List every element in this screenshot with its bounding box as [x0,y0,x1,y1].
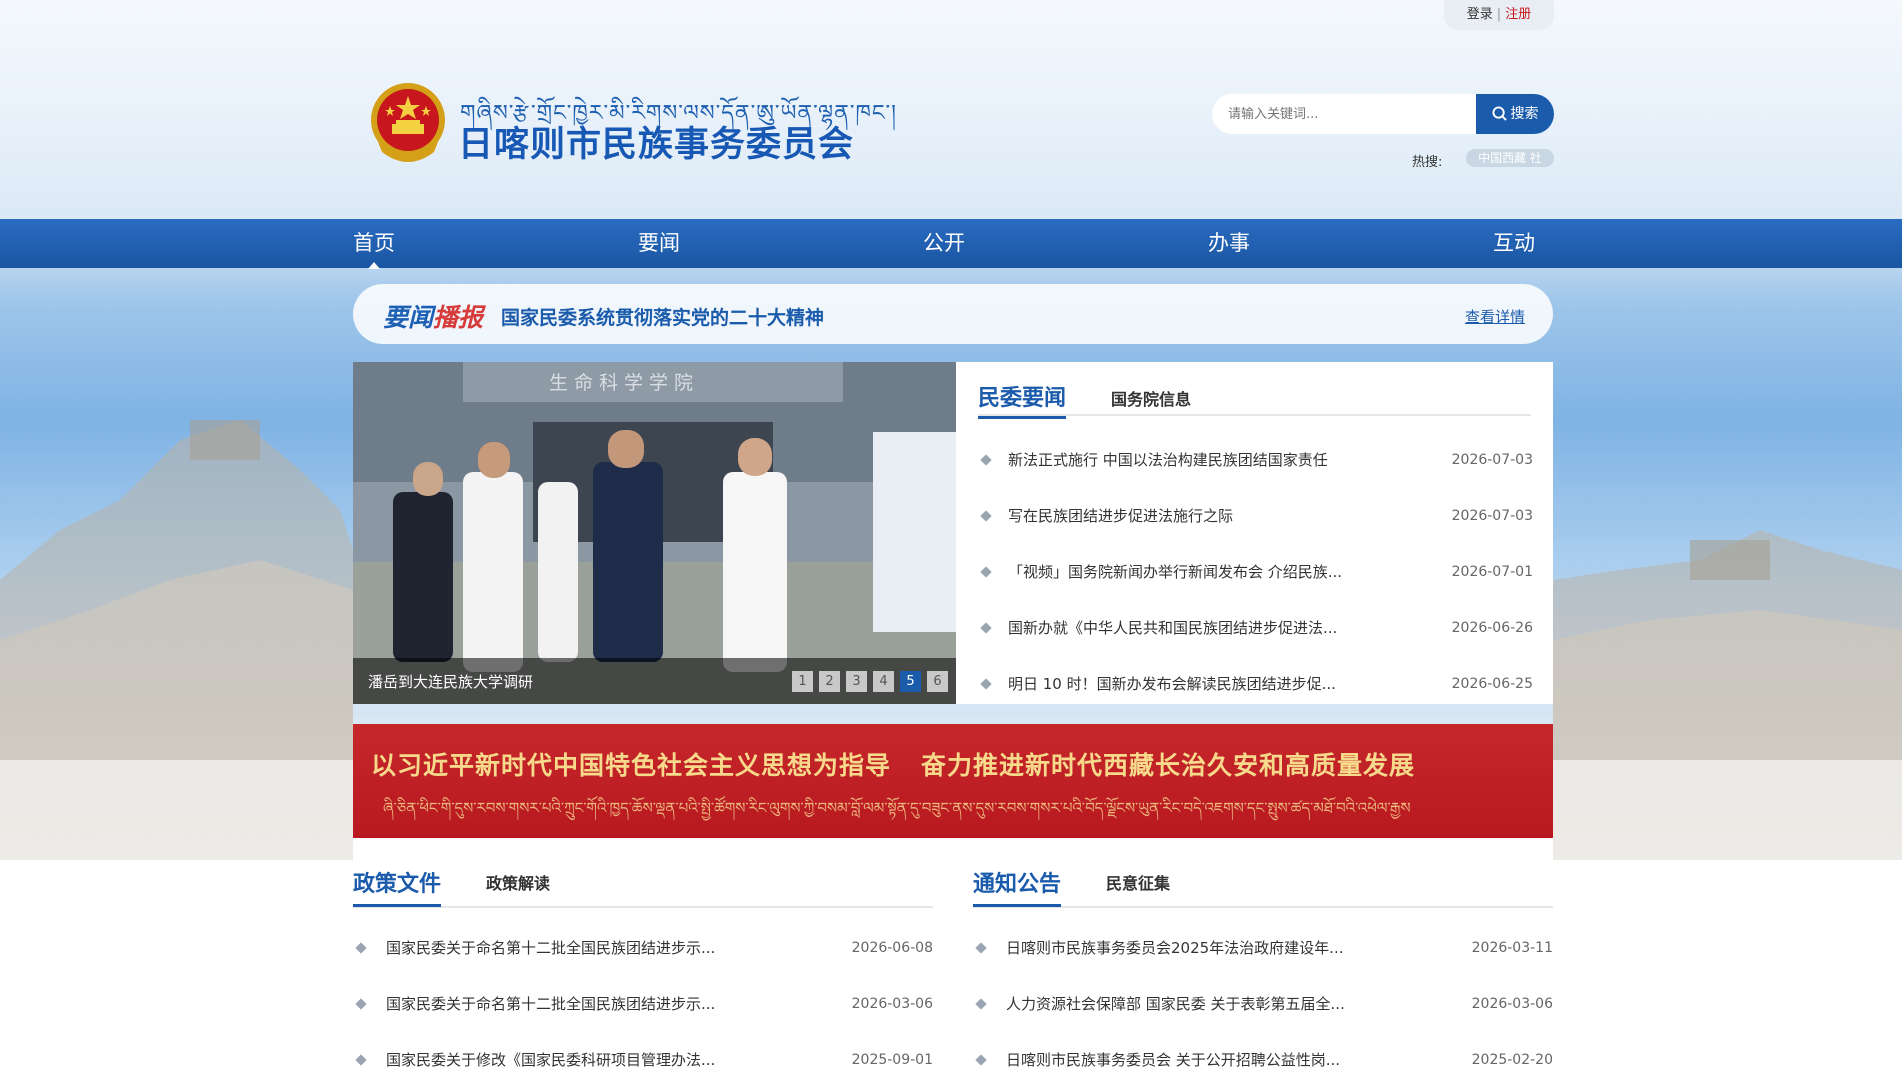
diamond-bullet-icon [980,510,992,522]
list-item-date: 2026-03-06 [1471,996,1553,1012]
tab-ethnic-affairs-news[interactable]: 民委要闻 [978,380,1067,419]
list-item-title: 人力资源社会保障部 国家民委 关于表彰第五届全... [1006,995,1345,1013]
diamond-bullet-icon [975,998,987,1010]
diamond-bullet-icon [355,1054,367,1066]
search-icon [1491,106,1507,121]
nav-item-public[interactable]: 公开 [923,219,965,268]
tab-state-council-info[interactable]: 国务院信息 [1111,386,1191,410]
diamond-bullet-icon [980,622,992,634]
slider-pagination: 1 2 3 4 5 6 [792,671,948,692]
slider-dot-2[interactable]: 2 [819,671,840,692]
news-list: 新法正式施行 中国以法治构建民族团结国家责任 2026-07-03 写在民族团结进… [978,432,1533,712]
login-register-pill: 登录 | 注册 [1444,0,1554,30]
news-item-title: 「视频」国务院新闻办举行新闻发布会 介绍民族... [1008,563,1343,581]
site-title: 日喀则市民族事务委员会 [458,125,855,165]
ticker-more-link[interactable]: 查看详情 [1465,306,1525,327]
slogan-banner[interactable]: 以习近平新时代中国特色社会主义思想为指导 奋力推进新时代西藏长治久安和高质量发展 … [353,724,1553,838]
list-item[interactable]: 日喀则市民族事务委员会 关于公开招聘公益性岗... 2025-02-20 [973,1032,1553,1080]
list-item-date: 2026-03-11 [1471,940,1553,956]
list-item-date: 2025-09-01 [851,1052,933,1068]
slider-dot-6[interactable]: 6 [927,671,948,692]
national-emblem-icon [371,83,445,162]
diamond-bullet-icon [980,454,992,466]
slider-dot-5[interactable]: 5 [900,671,921,692]
ticker-logo-main: 要闻 [383,303,434,332]
diamond-bullet-icon [355,998,367,1010]
slider-dot-3[interactable]: 3 [846,671,867,692]
search-button[interactable]: 搜索 [1476,94,1554,134]
news-ticker: 要闻播报 国家民委系统贯彻落实党的二十大精神 查看详情 [353,284,1553,344]
login-separator: | [1496,7,1502,22]
news-item[interactable]: 明日 10 时！国新办发布会解读民族团结进步促... 2026-06-25 [978,656,1533,712]
news-item[interactable]: 国新办就《中华人民共和国民族团结进步促进法... 2026-06-26 [978,600,1533,656]
diamond-bullet-icon [975,1054,987,1066]
tab-policy-documents[interactable]: 政策文件 [353,866,442,907]
notice-tabs: 通知公告 民意征集 [973,866,1553,908]
diamond-bullet-icon [980,678,992,690]
list-item-title: 国家民委关于修改《国家民委科研项目管理办法... [386,1051,716,1069]
list-item-title: 日喀则市民族事务委员会2025年法治政府建设年... [1006,939,1344,957]
slider-dot-4[interactable]: 4 [873,671,894,692]
news-tabs: 民委要闻 国务院信息 [978,380,1531,419]
diamond-bullet-icon [980,566,992,578]
news-item-title: 明日 10 时！国新办发布会解读民族团结进步促... [1008,675,1336,693]
list-item-title: 国家民委关于命名第十二批全国民族团结进步示... [386,995,716,1013]
diamond-bullet-icon [355,942,367,954]
tab-public-opinion[interactable]: 民意征集 [1106,870,1170,894]
nav-item-home[interactable]: 首页 [353,219,395,269]
list-item-date: 2025-02-20 [1471,1052,1553,1068]
news-item-date: 2026-07-01 [1451,564,1533,580]
news-item-date: 2026-07-03 [1451,452,1533,468]
tab-policy-interpretation[interactable]: 政策解读 [486,870,550,894]
banner-slogan-part-2: 奋力推进新时代西藏长治久安和高质量发展 [921,751,1416,780]
main-nav: 首页 要闻 公开 办事 互动 [0,219,1902,269]
notice-column: 通知公告 民意征集 日喀则市民族事务委员会2025年法治政府建设年... 2026… [973,866,1553,1080]
news-item-title: 新法正式施行 中国以法治构建民族团结国家责任 [1008,451,1328,469]
diamond-bullet-icon [975,942,987,954]
list-item-title: 日喀则市民族事务委员会 关于公开招聘公益性岗... [1006,1051,1341,1069]
nav-item-news[interactable]: 要闻 [638,219,680,268]
list-item-date: 2026-06-08 [851,940,933,956]
nav-item-services[interactable]: 办事 [1208,219,1250,268]
news-item[interactable]: 写在民族团结进步促进法施行之际 2026-07-03 [978,488,1533,544]
ticker-headline[interactable]: 国家民委系统贯彻落实党的二十大精神 [501,303,824,330]
banner-slogan-tibetan: ཞི་ཅིན་ཕིང་གི་དུས་རབས་གསར་པའི་ཀྲུང་གོའི་… [383,799,1411,817]
list-item[interactable]: 人力资源社会保障部 国家民委 关于表彰第五届全... 2026-03-06 [973,976,1553,1032]
banner-slogan-part-1: 以习近平新时代中国特色社会主义思想为指导 [371,751,892,780]
news-item-date: 2026-06-25 [1451,676,1533,692]
list-item[interactable]: 日喀则市民族事务委员会2025年法治政府建设年... 2026-03-11 [973,920,1553,976]
list-item[interactable]: 国家民委关于命名第十二批全国民族团结进步示... 2026-06-08 [353,920,933,976]
photo-slider[interactable]: 生命科学学院 潘岳到大连民族大学调研 1 2 3 4 5 6 [353,362,956,704]
slider-photo-sign: 生命科学学院 [549,372,700,394]
tab-notices[interactable]: 通知公告 [973,866,1062,907]
ticker-logo: 要闻播报 [383,298,483,334]
hot-search-tag[interactable]: 中国西藏 社 [1466,149,1554,167]
login-link[interactable]: 登录 [1467,7,1493,22]
notice-list: 日喀则市民族事务委员会2025年法治政府建设年... 2026-03-11 人力资… [973,920,1553,1080]
policy-tabs: 政策文件 政策解读 [353,866,933,908]
news-item-title: 国新办就《中华人民共和国民族团结进步促进法... [1008,619,1338,637]
news-item[interactable]: 「视频」国务院新闻办举行新闻发布会 介绍民族... 2026-07-01 [978,544,1533,600]
list-item-date: 2026-03-06 [851,996,933,1012]
banner-slogan-cn: 以习近平新时代中国特色社会主义思想为指导 奋力推进新时代西藏长治久安和高质量发展 [371,746,1415,782]
list-item[interactable]: 国家民委关于命名第十二批全国民族团结进步示... 2026-03-06 [353,976,933,1032]
list-item-title: 国家民委关于命名第十二批全国民族团结进步示... [386,939,716,957]
ticker-logo-accent: 播报 [433,303,484,332]
slider-photo [353,362,956,704]
hot-search-label: 热搜: [1412,155,1443,170]
list-item[interactable]: 国家民委关于修改《国家民委科研项目管理办法... 2025-09-01 [353,1032,933,1080]
news-panel: 民委要闻 国务院信息 新法正式施行 中国以法治构建民族团结国家责任 2026-07… [956,362,1553,704]
slider-dot-1[interactable]: 1 [792,671,813,692]
news-item-title: 写在民族团结进步促进法施行之际 [1008,507,1234,525]
register-link[interactable]: 注册 [1505,7,1531,22]
search-input[interactable] [1212,94,1476,134]
policy-list: 国家民委关于命名第十二批全国民族团结进步示... 2026-06-08 国家民委关… [353,920,933,1080]
nav-item-interaction[interactable]: 互动 [1493,219,1535,268]
search-button-label: 搜索 [1510,106,1539,122]
slider-caption[interactable]: 潘岳到大连民族大学调研 [368,671,533,692]
news-item-date: 2026-07-03 [1451,508,1533,524]
policy-column: 政策文件 政策解读 国家民委关于命名第十二批全国民族团结进步示... 2026-0… [353,866,933,1080]
news-item-date: 2026-06-26 [1451,620,1533,636]
news-item[interactable]: 新法正式施行 中国以法治构建民族团结国家责任 2026-07-03 [978,432,1533,488]
